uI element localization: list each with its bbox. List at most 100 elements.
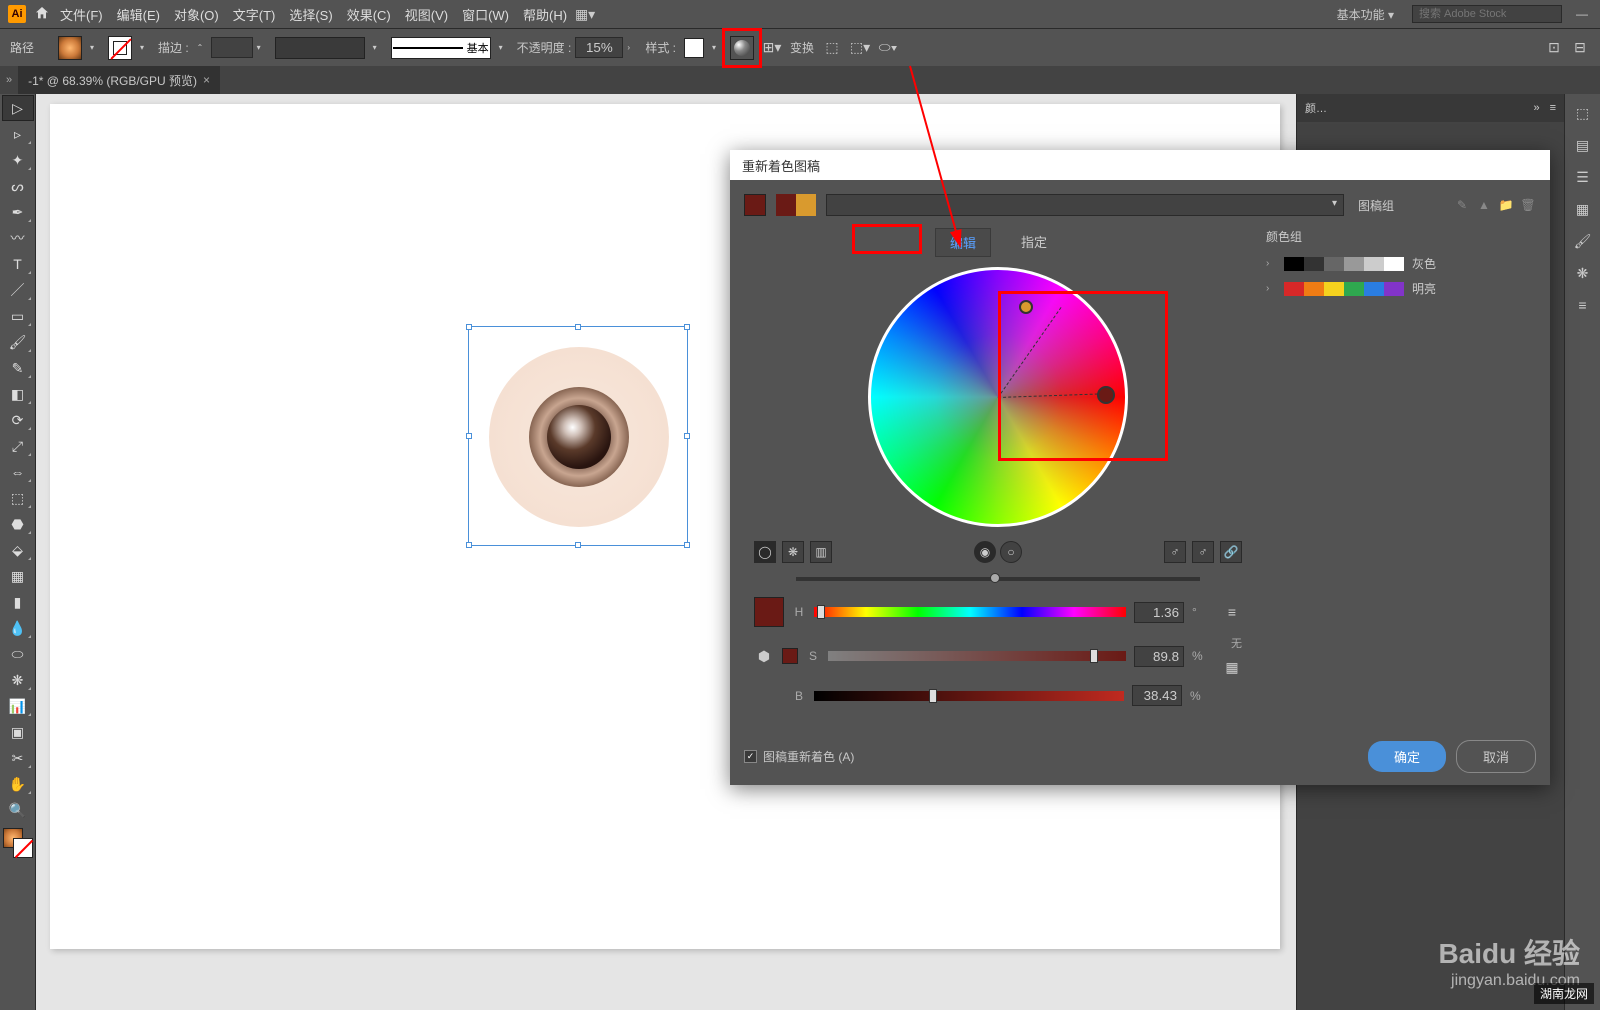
arrange-docs-icon[interactable]: ▦▾ [575, 4, 595, 24]
saturation-value[interactable] [1134, 646, 1184, 667]
graph-tool[interactable]: 📊 [3, 694, 33, 718]
variable-width-profile[interactable] [275, 37, 365, 59]
properties-panel-icon[interactable]: ⬚ [1570, 100, 1596, 126]
layers-icon[interactable]: ☰ [1570, 164, 1596, 190]
pin-icon[interactable]: ⊡ [1544, 38, 1564, 58]
menu-view[interactable]: 视图(V) [405, 5, 448, 24]
search-input[interactable] [1412, 5, 1562, 23]
shape-icon[interactable]: ⬭▾ [878, 38, 898, 58]
eraser-tool[interactable]: ◧ [3, 382, 33, 406]
symbols-icon[interactable]: ❋ [1570, 260, 1596, 286]
fill-dropdown[interactable]: ▾ [90, 43, 100, 53]
color-wheel-marker-2[interactable] [1097, 386, 1115, 404]
align-icon[interactable]: ⊞▾ [762, 38, 782, 58]
curvature-tool[interactable]: 〰 [3, 226, 33, 250]
zoom-tool[interactable]: 🔍 [3, 798, 33, 822]
ok-button[interactable]: 确定 [1368, 741, 1446, 772]
brightness-slider[interactable] [796, 577, 1200, 581]
perspective-tool[interactable]: ⬙ [3, 538, 33, 562]
workspace-dropdown[interactable]: 基本功能 ▾ [1329, 4, 1402, 25]
rectangle-tool[interactable]: ▭ [3, 304, 33, 328]
harmony-swatches[interactable] [776, 194, 816, 216]
active-base-color-swatch[interactable] [744, 194, 766, 216]
color-group-name-input[interactable]: 图稿组 [1354, 195, 1444, 216]
magic-wand-tool[interactable]: ✦ [3, 148, 33, 172]
slice-tool[interactable]: ✂ [3, 746, 33, 770]
direct-selection-tool[interactable]: ▹ [3, 122, 33, 146]
cancel-button[interactable]: 取消 [1456, 740, 1536, 773]
hb-mode-button[interactable]: ○ [1000, 541, 1022, 563]
graphic-style-swatch[interactable] [684, 38, 704, 58]
stroke-weight-input[interactable] [211, 37, 253, 58]
free-transform-tool[interactable]: ⬚ [3, 486, 33, 510]
menu-edit[interactable]: 编辑(E) [117, 5, 160, 24]
tab-edit[interactable]: 编辑 [935, 228, 991, 257]
panel-tab-color[interactable]: 颜… [1305, 100, 1327, 116]
shape-builder-tool[interactable]: ⬣ [3, 512, 33, 536]
swatches-icon[interactable]: ▦ [1570, 196, 1596, 222]
brightness-value-slider[interactable] [814, 691, 1124, 701]
menu-window[interactable]: 窗口(W) [462, 5, 509, 24]
line-tool[interactable]: ／ [3, 278, 33, 302]
color-group-row-gray[interactable]: › 灰色 [1266, 251, 1536, 276]
hue-slider[interactable] [814, 607, 1126, 617]
home-icon[interactable] [34, 5, 52, 23]
document-tab[interactable]: -1* @ 68.39% (RGB/GPU 预览) × [18, 66, 220, 94]
hs-mode-button[interactable]: ◉ [974, 541, 996, 563]
type-tool[interactable]: T [3, 252, 33, 276]
pencil-tool[interactable]: ✎ [3, 356, 33, 380]
paintbrush-tool[interactable]: 🖌 [3, 330, 33, 354]
crop-icon[interactable]: ⬚▾ [850, 38, 870, 58]
brightness-value[interactable] [1132, 685, 1182, 706]
stroke-panel-icon[interactable]: ≡ [1570, 292, 1596, 318]
unlink-harmony-button[interactable]: 🔗 [1220, 541, 1242, 563]
artboard-tool[interactable]: ▣ [3, 720, 33, 744]
fill-stroke-proxy[interactable] [3, 828, 33, 858]
saturation-slider[interactable] [828, 651, 1126, 661]
hue-value[interactable] [1134, 602, 1184, 623]
eyedropper-tool[interactable]: 💧 [3, 616, 33, 640]
tab-assign[interactable]: 指定 [1007, 228, 1061, 257]
panel-tab-more[interactable]: » [1533, 102, 1539, 114]
menu-file[interactable]: 文件(F) [60, 5, 103, 24]
brushes-icon[interactable]: 🖌 [1570, 228, 1596, 254]
stroke-dropdown[interactable]: ▾ [140, 43, 150, 53]
color-mode-icon[interactable]: ⬢ [754, 646, 774, 666]
libraries-icon[interactable]: ▤ [1570, 132, 1596, 158]
symbol-sprayer-tool[interactable]: ❋ [3, 668, 33, 692]
stroke-weight-dec[interactable]: ⌃ [197, 43, 207, 53]
segmented-wheel-button[interactable]: ❋ [782, 541, 804, 563]
hand-tool[interactable]: ✋ [3, 772, 33, 796]
opacity-input[interactable] [575, 37, 623, 58]
remove-color-button[interactable]: ♂ [1192, 541, 1214, 563]
hsb-current-swatch[interactable] [754, 597, 784, 627]
save-colorgroup-icon[interactable]: 📁 [1498, 197, 1514, 213]
menu-type[interactable]: 文字(T) [233, 5, 276, 24]
menu-help[interactable]: 帮助(H) [523, 5, 567, 24]
tab-chevrons[interactable]: » [0, 74, 18, 86]
width-tool[interactable]: ⇔ [3, 460, 33, 484]
recolor-artwork-button[interactable] [730, 36, 754, 60]
minimize-icon[interactable]: — [1572, 7, 1592, 21]
opacity-dd[interactable]: › [627, 43, 637, 53]
scale-tool[interactable]: ⤢ [3, 434, 33, 458]
panel-menu-icon[interactable]: ≡ [1550, 102, 1556, 114]
new-colorgroup-icon[interactable]: ▲ [1476, 197, 1492, 213]
tab-close-icon[interactable]: × [203, 73, 210, 87]
fill-swatch[interactable] [58, 36, 82, 60]
rotate-tool[interactable]: ⟳ [3, 408, 33, 432]
menu-select[interactable]: 选择(S) [289, 5, 332, 24]
style-dd[interactable]: ▾ [712, 43, 722, 53]
prefs-icon[interactable]: ⊟ [1570, 38, 1590, 58]
none-swatch-icon[interactable]: ▦ [1222, 657, 1242, 677]
mesh-tool[interactable]: ▦ [3, 564, 33, 588]
menu-object[interactable]: 对象(O) [174, 5, 219, 24]
harmony-rules-dropdown[interactable] [826, 194, 1344, 216]
color-wheel-marker-1[interactable] [1019, 300, 1033, 314]
brush-definition[interactable]: 基本 [391, 37, 491, 59]
delete-colorgroup-icon[interactable]: 🗑 [1520, 197, 1536, 213]
hsb-mini-swatch[interactable] [782, 648, 798, 664]
selection-tool[interactable]: ▷ [3, 96, 33, 120]
isolate-icon[interactable]: ⬚ [822, 38, 842, 58]
profile-dd-arrow[interactable]: ▾ [373, 43, 383, 53]
